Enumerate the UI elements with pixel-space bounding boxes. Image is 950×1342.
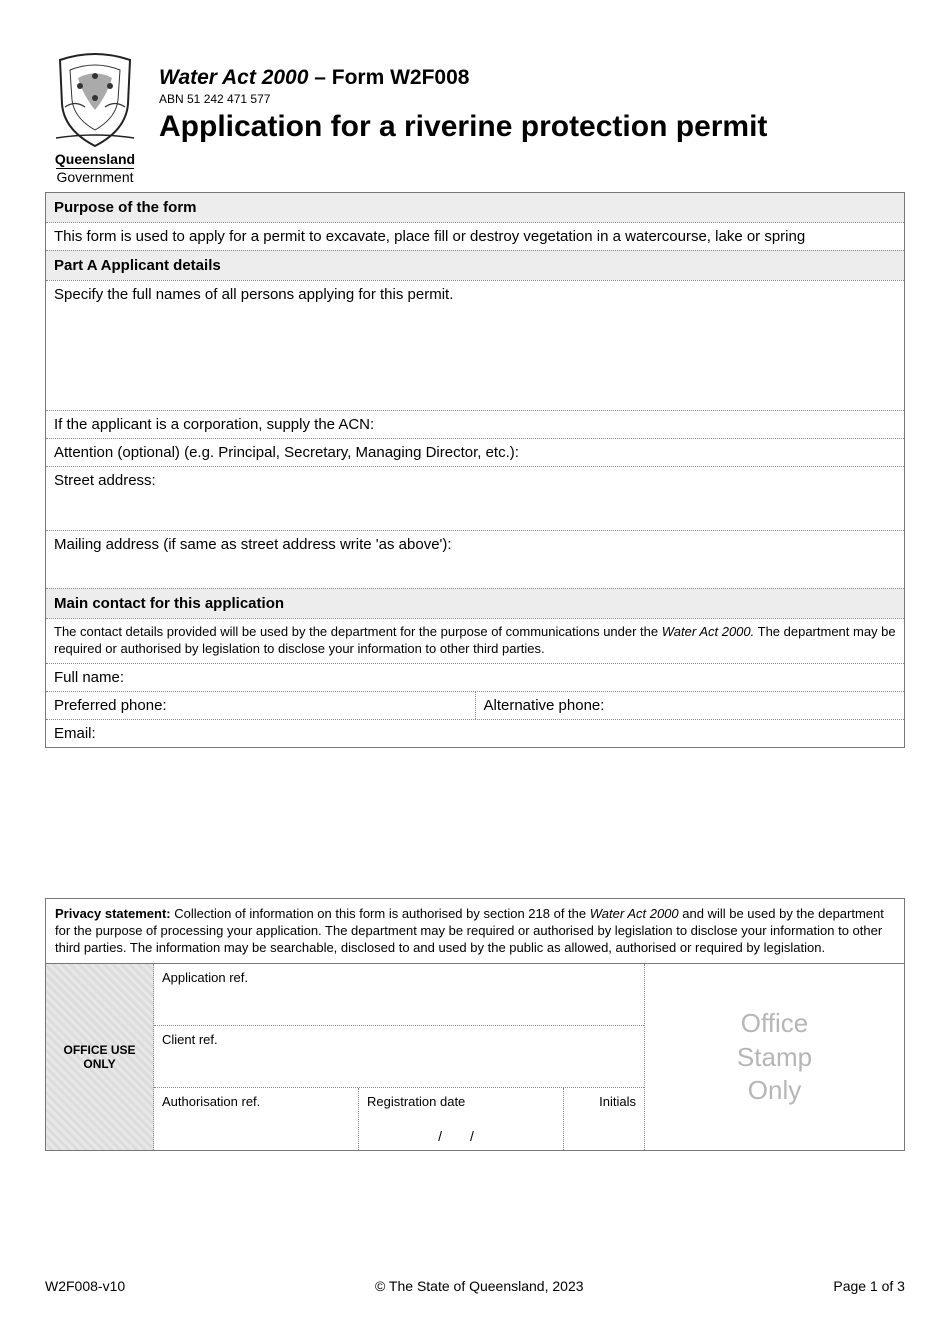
initials-label: Initials: [599, 1094, 636, 1109]
abn-text: ABN 51 242 471 577: [159, 92, 767, 106]
privacy-office-box: Privacy statement: Collection of informa…: [45, 898, 905, 1152]
main-contact-intro: The contact details provided will be use…: [46, 618, 904, 663]
email-field[interactable]: Email:: [46, 719, 904, 747]
title-column: Water Act 2000 – Form W2F008 ABN 51 242 …: [159, 52, 767, 144]
act-name: Water Act 2000: [159, 66, 308, 89]
form-code: – Form W2F008: [308, 66, 469, 89]
attention-field[interactable]: Attention (optional) (e.g. Principal, Se…: [46, 438, 904, 466]
street-address-field[interactable]: Street address:: [46, 466, 904, 530]
part-a-heading: Part A Applicant details: [46, 250, 904, 280]
qld-coat-of-arms-icon: [50, 52, 140, 150]
application-ref-field[interactable]: Application ref.: [154, 964, 644, 1026]
mailing-address-label: Mailing address (if same as street addre…: [54, 536, 452, 553]
email-label: Email:: [54, 725, 96, 742]
office-use-line2: ONLY: [83, 1057, 115, 1071]
main-contact-intro-act: Water Act 2000.: [662, 624, 755, 639]
alternative-phone-label: Alternative phone:: [484, 697, 605, 714]
logo-text-line1: Queensland: [55, 152, 135, 166]
initials-field[interactable]: Initials: [564, 1088, 644, 1150]
authorisation-ref-label: Authorisation ref.: [162, 1094, 260, 1109]
privacy-statement: Privacy statement: Collection of informa…: [46, 899, 904, 965]
purpose-text: This form is used to apply for a permit …: [46, 222, 904, 250]
act-line: Water Act 2000 – Form W2F008: [159, 66, 767, 90]
street-address-label: Street address:: [54, 472, 156, 489]
fullname-field[interactable]: Full name:: [46, 663, 904, 691]
stamp-line3: Only: [748, 1075, 801, 1105]
office-mid-column: Application ref. Client ref. Authorisati…: [154, 964, 644, 1150]
applicant-names-field[interactable]: Specify the full names of all persons ap…: [46, 280, 904, 410]
main-contact-intro-pre: The contact details provided will be use…: [54, 624, 662, 639]
footer-left: W2F008-v10: [45, 1278, 125, 1294]
preferred-phone-field[interactable]: Preferred phone:: [46, 692, 476, 719]
logo-column: Queensland Government: [45, 52, 145, 184]
form-table: Purpose of the form This form is used to…: [45, 192, 905, 748]
office-use-label-cell: OFFICE USE ONLY: [46, 964, 154, 1150]
stamp-line1: Office: [741, 1008, 808, 1038]
privacy-act: Water Act 2000: [590, 906, 679, 921]
mailing-address-field[interactable]: Mailing address (if same as street addre…: [46, 530, 904, 588]
office-bottom-row: Authorisation ref. Registration date // …: [154, 1088, 644, 1150]
footer-center: © The State of Queensland, 2023: [375, 1278, 584, 1294]
acn-field[interactable]: If the applicant is a corporation, suppl…: [46, 410, 904, 438]
fullname-label: Full name:: [54, 669, 124, 686]
page-container: Queensland Government Water Act 2000 – F…: [0, 0, 950, 1191]
footer-right: Page 1 of 3: [833, 1278, 905, 1294]
date-separators: //: [420, 1128, 502, 1144]
main-title: Application for a riverine protection pe…: [159, 110, 767, 144]
office-stamp-cell: Office Stamp Only: [644, 964, 904, 1150]
privacy-text-pre: Collection of information on this form i…: [171, 906, 590, 921]
authorisation-ref-field[interactable]: Authorisation ref.: [154, 1088, 359, 1150]
attention-label: Attention (optional) (e.g. Principal, Se…: [54, 444, 519, 461]
application-ref-label: Application ref.: [162, 970, 248, 985]
client-ref-label: Client ref.: [162, 1032, 218, 1047]
preferred-phone-label: Preferred phone:: [54, 697, 167, 714]
office-use-line1: OFFICE USE: [63, 1043, 135, 1057]
applicant-names-label: Specify the full names of all persons ap…: [54, 286, 453, 303]
header-block: Queensland Government Water Act 2000 – F…: [45, 52, 905, 184]
page-footer: W2F008-v10 © The State of Queensland, 20…: [45, 1278, 905, 1294]
alternative-phone-field[interactable]: Alternative phone:: [476, 692, 905, 719]
purpose-heading: Purpose of the form: [46, 193, 904, 222]
main-contact-heading: Main contact for this application: [46, 588, 904, 618]
office-use-row: OFFICE USE ONLY Application ref. Client …: [46, 964, 904, 1150]
registration-date-label: Registration date: [367, 1094, 465, 1109]
logo-text-line2: Government: [56, 168, 133, 184]
registration-date-field[interactable]: Registration date //: [359, 1088, 564, 1150]
client-ref-field[interactable]: Client ref.: [154, 1026, 644, 1088]
privacy-label: Privacy statement:: [55, 906, 171, 921]
acn-label: If the applicant is a corporation, suppl…: [54, 416, 374, 433]
stamp-line2: Stamp: [737, 1042, 812, 1072]
phone-row: Preferred phone: Alternative phone:: [46, 691, 904, 719]
